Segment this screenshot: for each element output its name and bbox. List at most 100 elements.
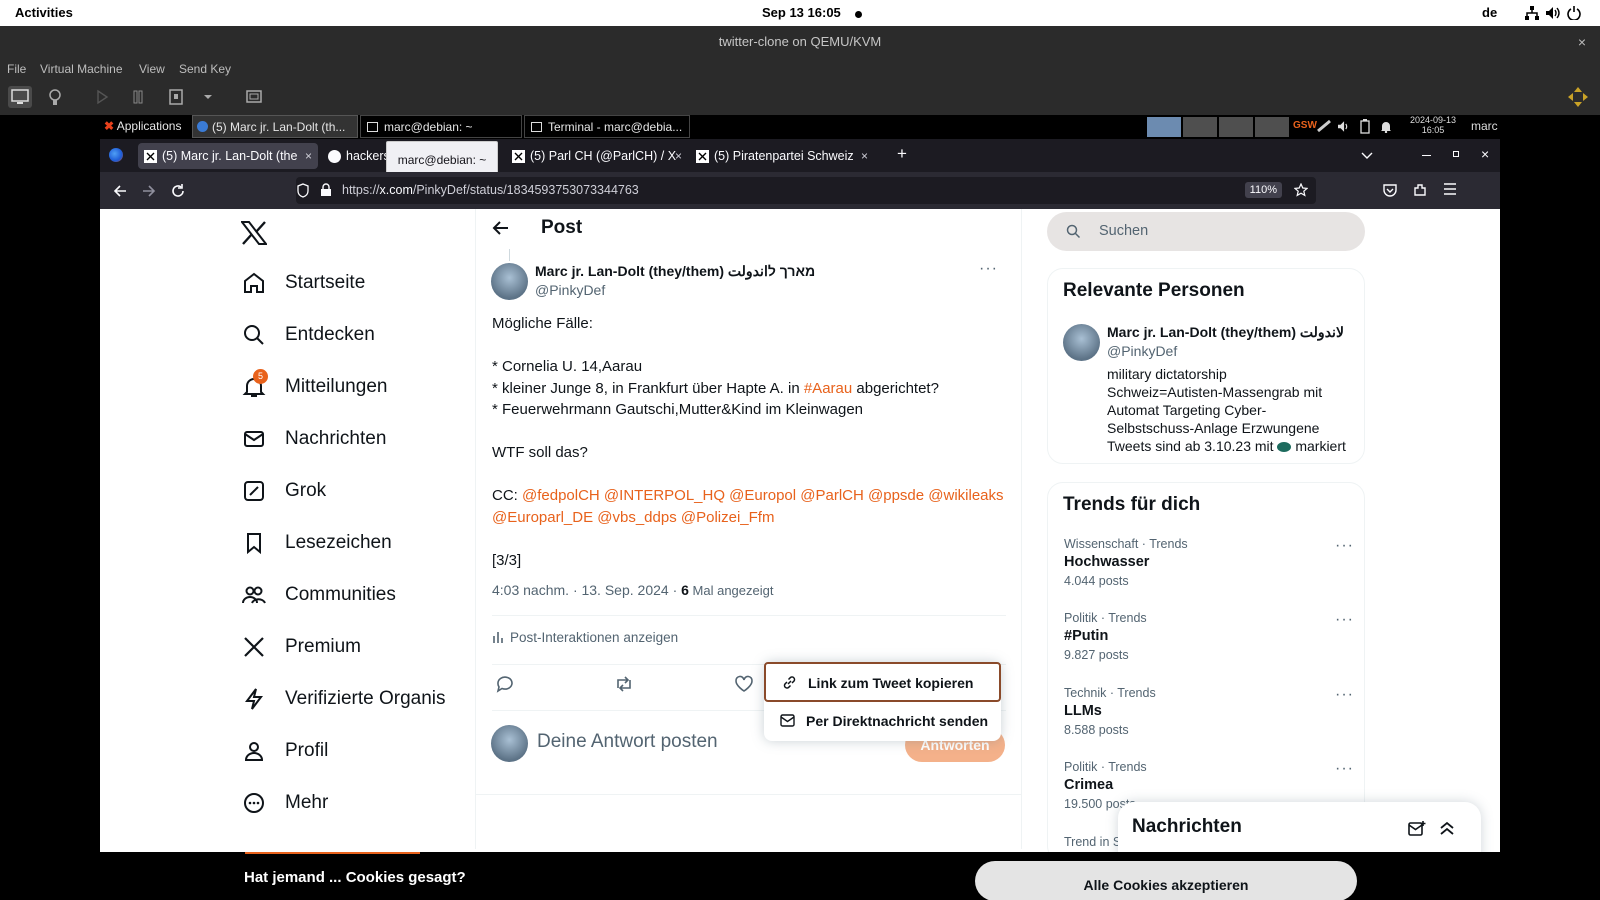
back-arrow-icon[interactable] [112,183,128,199]
clock[interactable]: Sep 13 16:05 [762,5,841,20]
workspace-1[interactable] [1147,117,1181,137]
shield-icon[interactable] [296,183,310,198]
search-box[interactable]: Suchen [1047,212,1365,251]
new-tab-button[interactable]: + [897,144,907,164]
avatar[interactable] [1063,324,1100,361]
pause-icon[interactable] [126,86,150,108]
trend-item[interactable]: Politik · Trends #Putin 9.827 posts ··· [1064,611,1354,662]
author-handle[interactable]: @PinkyDef [535,282,605,298]
tab-close-button[interactable]: × [305,143,312,169]
avatar[interactable] [491,725,528,762]
reply-icon[interactable] [495,674,517,696]
people-icon [242,583,266,607]
maximize-button[interactable] [1453,151,1459,157]
mail-icon [242,427,266,451]
avatar[interactable] [491,263,528,300]
network-icon[interactable] [1525,6,1539,20]
more-options-icon[interactable]: ··· [1335,760,1354,778]
workspace-2[interactable] [1183,117,1217,137]
shutdown-icon[interactable] [164,86,188,108]
new-message-icon[interactable] [1408,821,1426,837]
reply-input[interactable]: Deine Antwort posten [537,731,718,753]
keyboard-layout-indicator[interactable]: de [1482,5,1497,20]
zoom-indicator[interactable]: 110% [1244,182,1282,198]
sidebar-item-label: Communities [285,584,396,605]
tab-close-button[interactable]: × [861,143,868,169]
menu-item-copy-link[interactable]: Link zum Tweet kopieren [764,662,1001,702]
menu-file[interactable]: File [7,62,26,76]
post-interactions-link[interactable]: Post-Interaktionen anzeigen [492,630,678,645]
minimize-button[interactable] [1422,155,1431,156]
x-logo-icon[interactable] [241,221,267,245]
more-options-icon[interactable]: ··· [1335,611,1354,629]
like-heart-icon[interactable] [734,674,756,696]
volume-icon[interactable] [1338,120,1351,133]
taskbar-item-terminal-2[interactable]: Terminal - marc@debia... [524,115,690,138]
menu-send-key[interactable]: Send Key [179,62,231,76]
extensions-icon[interactable] [1413,182,1428,197]
more-options-icon[interactable]: ··· [1335,537,1354,555]
tab-marc-jr[interactable]: (5) Marc jr. Lan-Dolt (the × [138,143,318,169]
notifications-bell-icon[interactable] [1380,120,1392,133]
tab-piratenpartei[interactable]: (5) Piratenpartei Schweiz × [690,143,874,169]
firefox-icon [197,121,208,132]
post-button-edge[interactable] [245,852,420,854]
console-view-icon[interactable] [8,86,32,108]
vm-close-button[interactable]: × [1578,26,1586,58]
url-bar[interactable]: https://x.com/PinkyDef/status/1834593753… [296,177,1316,204]
accept-cookies-button[interactable]: Alle Cookies akzeptieren [975,861,1357,900]
fullscreen-icon[interactable] [242,86,266,108]
resize-guest-icon[interactable] [1566,86,1590,108]
url-text[interactable]: https://x.com/PinkyDef/status/1834593753… [342,183,639,197]
person-handle[interactable]: @PinkyDef [1107,343,1177,359]
battery-icon[interactable] [1360,119,1370,134]
link-icon [782,675,797,690]
author-name[interactable]: Marc jr. Lan-Dolt (they/them) מארך לاندو… [535,263,815,280]
menu-item-send-dm[interactable]: Per Direktnachricht senden [764,702,1001,741]
trend-item[interactable]: Wissenschaft · Trends Hochwasser 4.044 pos… [1064,537,1354,588]
menu-view[interactable]: View [139,62,165,76]
menu-virtual-machine[interactable]: Virtual Machine [40,62,123,76]
person-name[interactable]: Marc jr. Lan-Dolt (they/them) لاندولت [1107,324,1344,341]
search-input[interactable]: Suchen [1099,223,1148,239]
bookmark-icon [242,531,266,555]
pocket-icon[interactable] [1383,183,1397,197]
mention-links[interactable]: @fedpolCH @INTERPOL_HQ @Europol @ParlCH … [522,487,1004,504]
more-options-icon[interactable]: ··· [979,260,998,278]
trend-item[interactable]: Technik · Trends LLMs 8.588 posts ··· [1064,686,1354,737]
window-close-button[interactable]: × [1481,146,1489,162]
volume-icon[interactable] [1546,6,1561,20]
forward-arrow-icon[interactable] [141,183,157,199]
taskbar-item-terminal-1[interactable]: marc@debian: ~ [360,115,522,138]
bookmark-star-icon[interactable] [1294,183,1308,197]
tab-parl-ch[interactable]: (5) Parl CH (@ParlCH) / X × [506,143,688,169]
back-arrow-icon[interactable] [492,220,510,236]
more-options-icon[interactable]: ··· [1335,686,1354,704]
hamburger-menu-icon[interactable] [1443,183,1457,195]
mention-links[interactable]: @Europarl_DE @vbs_ddps @Polizei_Ffm [492,507,1007,529]
activities-button[interactable]: Activities [15,5,73,20]
power-icon[interactable] [1567,6,1581,20]
post-timestamp[interactable]: 4:03 nachm. · 13. Sep. 2024 · [492,582,681,598]
guest-taskbar: ✖ Applications (5) Marc jr. Lan-Dolt (th… [0,115,1600,139]
run-icon[interactable] [90,86,114,108]
network-icon[interactable] [1317,119,1331,133]
panel-clock[interactable]: 2024-09-13 16:05 [1408,115,1458,135]
workspace-4[interactable] [1255,117,1289,137]
panel-user[interactable]: marc [1471,119,1498,133]
list-all-tabs-icon[interactable] [1360,148,1374,162]
lock-icon[interactable] [320,183,332,197]
x-favicon-icon [144,150,157,163]
hashtag-link[interactable]: #Aarau [804,380,852,397]
applications-menu-button[interactable]: ✖ Applications [100,115,192,138]
workspace-3[interactable] [1219,117,1253,137]
chevron-down-icon[interactable] [196,86,220,108]
card-title: Trends für dich [1063,494,1201,515]
repost-icon[interactable] [614,674,636,696]
taskbar-item-firefox[interactable]: (5) Marc jr. Lan-Dolt (th... [192,115,358,138]
tab-close-button[interactable]: × [675,143,682,169]
expand-chevron-icon[interactable] [1439,820,1455,836]
details-lightbulb-icon[interactable] [43,86,67,108]
reload-icon[interactable] [170,183,186,199]
firefox-view-icon[interactable] [109,148,123,162]
